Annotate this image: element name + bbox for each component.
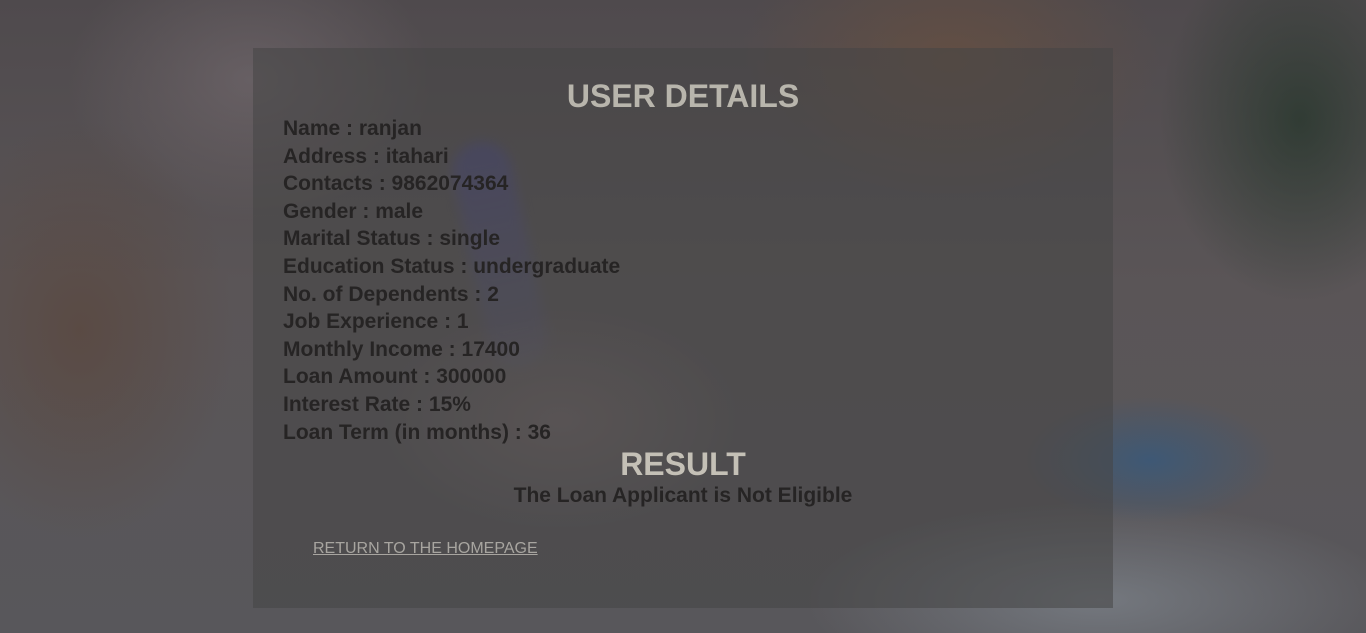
result-text: The Loan Applicant is Not Eligible: [513, 484, 853, 507]
detail-monthly-income: Monthly Income : 17400: [283, 337, 520, 361]
detail-gender: Gender : male: [283, 199, 424, 223]
detail-marital-status: Marital Status : single: [283, 227, 501, 251]
return-homepage-link[interactable]: RETURN TO THE HOMEPAGE: [313, 540, 538, 558]
detail-interest-rate: Interest Rate : 15%: [283, 392, 471, 416]
detail-address: Address : itahari: [283, 144, 449, 168]
user-details-list: Name : ranjan Address : itahari Contacts…: [283, 115, 620, 446]
detail-name: Name : ranjan: [283, 117, 422, 140]
detail-loan-amount: Loan Amount : 300000: [283, 365, 507, 389]
detail-job-experience: Job Experience : 1: [283, 310, 469, 334]
detail-contacts: Contacts : 9862074364: [283, 172, 509, 196]
detail-education-status: Education Status : undergraduate: [283, 254, 621, 278]
page-title: USER DETAILS: [566, 78, 800, 114]
detail-loan-term: Loan Term (in months) : 36: [283, 420, 551, 444]
result-title: RESULT: [620, 446, 746, 482]
detail-dependents: No. of Dependents : 2: [283, 282, 499, 306]
